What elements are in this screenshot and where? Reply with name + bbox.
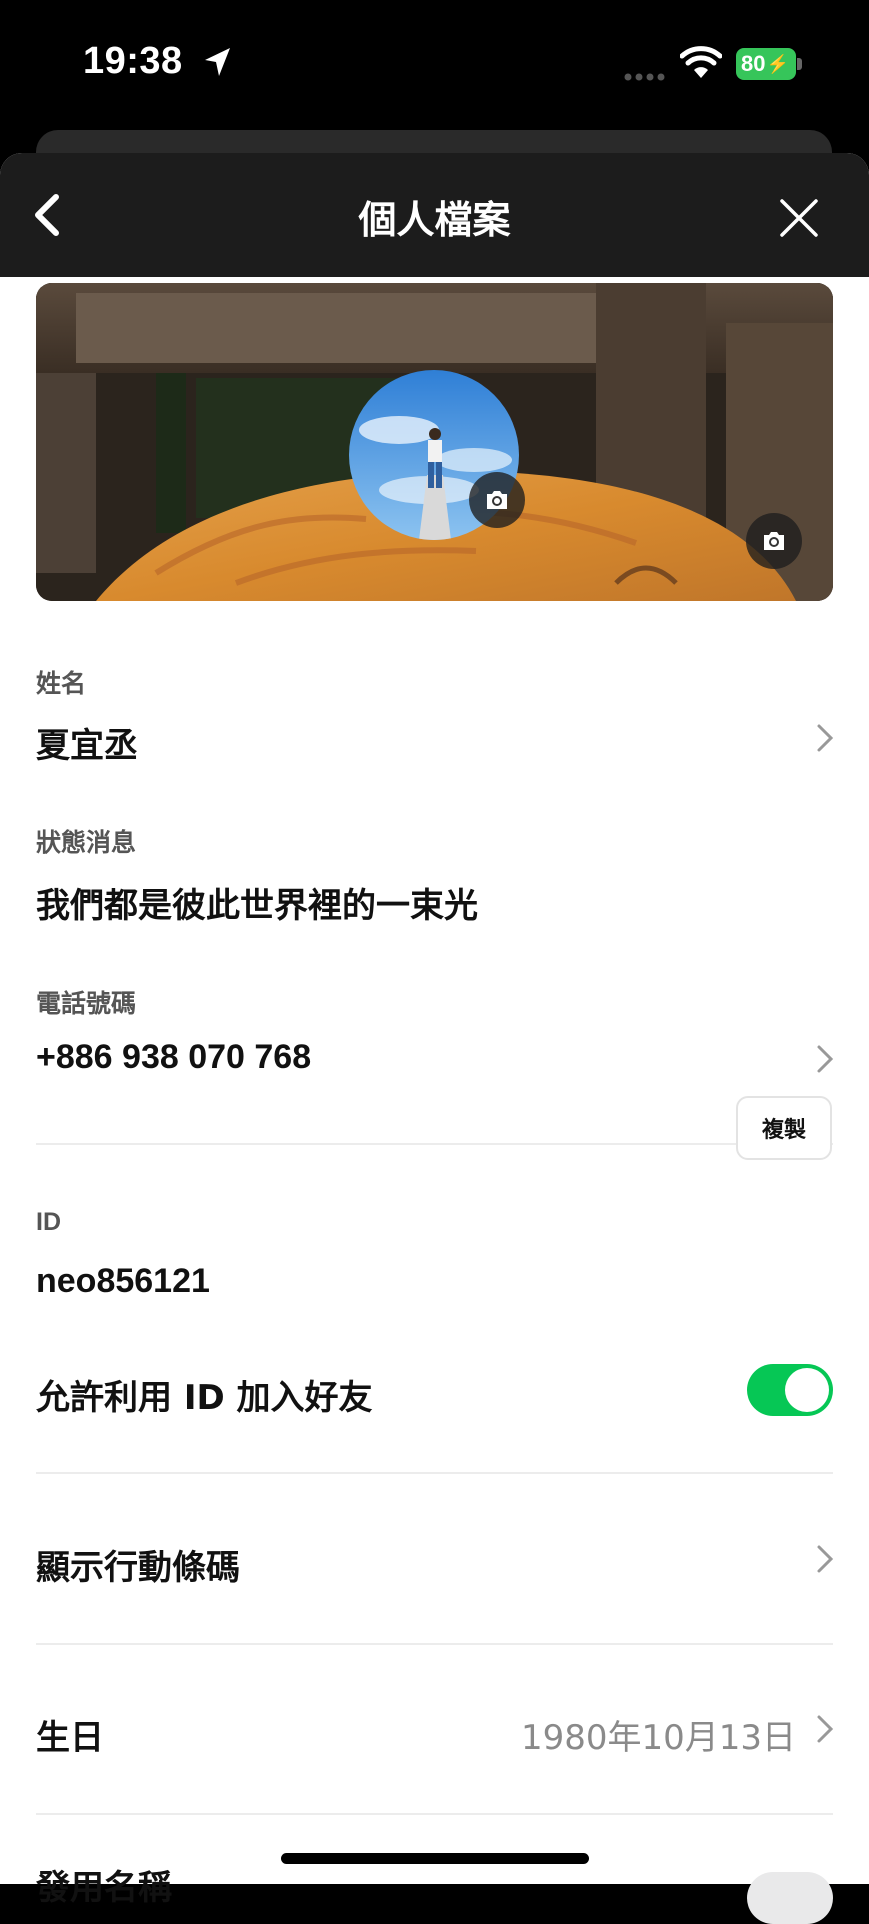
camera-icon	[487, 491, 507, 509]
status-bar: 19:38 80 ⚡	[0, 0, 869, 130]
divider	[36, 1813, 833, 1815]
barcode-label[interactable]: 顯示行動條碼	[36, 1540, 240, 1589]
next-setting-label: 發用名稱	[36, 1868, 172, 1908]
chevron-right-icon[interactable]	[814, 1543, 836, 1575]
name-value[interactable]: 夏宜丞	[36, 718, 138, 767]
location-arrow-icon	[205, 48, 230, 76]
divider	[36, 1143, 833, 1145]
next-setting-toggle[interactable]	[747, 1872, 833, 1924]
id-label: ID	[36, 1208, 61, 1236]
page-title: 個人檔案	[358, 198, 511, 242]
status-time: 19:38	[83, 40, 183, 82]
battery-level: 80	[741, 51, 766, 76]
copy-id-button[interactable]: 複製	[736, 1096, 832, 1160]
toggle-knob	[785, 1368, 829, 1412]
signal-dots-icon	[624, 73, 665, 81]
nav-bar: 個人檔案	[0, 153, 869, 277]
name-label: 姓名	[36, 669, 87, 698]
home-indicator	[281, 1853, 589, 1864]
camera-icon	[764, 532, 784, 550]
cover-camera-button[interactable]	[746, 513, 802, 569]
divider	[36, 1643, 833, 1645]
wifi-icon	[680, 46, 722, 78]
birthday-label: 生日	[36, 1718, 104, 1758]
allow-id-toggle[interactable]	[747, 1364, 833, 1416]
close-icon[interactable]	[776, 195, 822, 241]
charging-bolt-icon: ⚡	[766, 53, 789, 74]
phone-label: 電話號碼	[36, 989, 137, 1018]
battery-icon: 80 ⚡	[736, 48, 796, 80]
battery-cap	[797, 58, 802, 70]
chevron-right-icon[interactable]	[814, 722, 836, 754]
chevron-right-icon[interactable]	[814, 1713, 836, 1745]
birthday-value[interactable]: 1980年10月13日	[521, 1710, 796, 1759]
divider	[36, 1472, 833, 1474]
avatar-camera-button[interactable]	[469, 472, 525, 528]
phone-value[interactable]: +886 938 070 768	[36, 1038, 311, 1077]
allow-id-label: 允許利用 ID 加入好友	[36, 1378, 373, 1418]
status-value[interactable]: 我們都是彼此世界裡的一束光	[36, 878, 478, 927]
chevron-right-icon[interactable]	[814, 1043, 836, 1075]
id-value: neo856121	[36, 1262, 210, 1300]
status-label: 狀態消息	[36, 828, 137, 857]
